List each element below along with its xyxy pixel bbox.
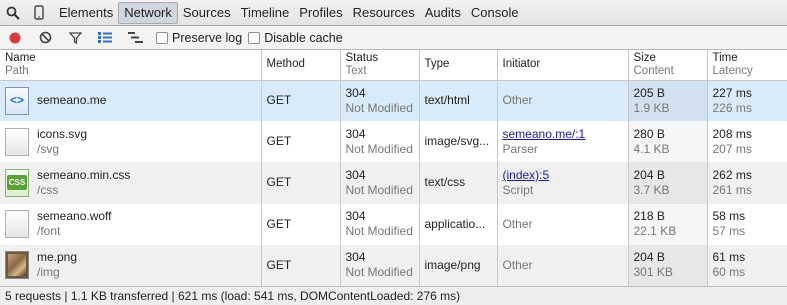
search-icon[interactable] bbox=[0, 0, 26, 26]
devtools-tab-bar: Elements Network Sources Timeline Profil… bbox=[0, 0, 787, 26]
disable-cache-checkbox[interactable]: Disable cache bbox=[248, 31, 343, 45]
table-row[interactable]: icons.svg/svg GET 304 Not Modified image/… bbox=[0, 121, 787, 163]
filter-icon[interactable] bbox=[60, 26, 90, 50]
request-initiator: Other bbox=[502, 257, 533, 272]
tab-timeline[interactable]: Timeline bbox=[236, 2, 295, 24]
request-time: 227 ms bbox=[712, 85, 752, 100]
checkbox-box[interactable] bbox=[156, 31, 168, 44]
request-name[interactable]: semeano.woff bbox=[37, 209, 112, 223]
request-content-size: 1.9 KB bbox=[633, 100, 670, 115]
request-latency: 60 ms bbox=[712, 265, 746, 280]
request-type: image/png bbox=[419, 244, 498, 286]
generic-file-icon bbox=[5, 127, 29, 156]
clear-icon[interactable] bbox=[30, 26, 60, 50]
large-rows-icon[interactable] bbox=[90, 26, 120, 50]
column-header-method[interactable]: Method bbox=[261, 50, 341, 80]
request-type: image/svg... bbox=[419, 121, 498, 163]
table-row[interactable]: me.png/img GET 304 Not Modified image/png… bbox=[0, 244, 787, 286]
column-header-type[interactable]: Type bbox=[419, 50, 498, 80]
tab-audits[interactable]: Audits bbox=[420, 2, 466, 24]
request-type: applicatio... bbox=[419, 203, 498, 245]
request-initiator: Other bbox=[502, 93, 533, 108]
overview-icon[interactable] bbox=[120, 26, 150, 50]
request-content-size: 4.1 KB bbox=[633, 141, 670, 156]
request-status-text: Not Modified bbox=[345, 141, 413, 156]
request-status: 304 bbox=[345, 209, 366, 224]
table-header-row: Name Path Method Status Text Type Initiato… bbox=[0, 50, 787, 80]
request-time: 208 ms bbox=[712, 126, 752, 141]
record-button[interactable] bbox=[0, 26, 30, 50]
request-content-size: 301 KB bbox=[633, 265, 673, 280]
network-summary-status-bar: 5 requests | 1.1 KB transferred | 621 ms… bbox=[0, 286, 787, 305]
request-time: 61 ms bbox=[712, 250, 746, 265]
html-file-icon: <> bbox=[5, 86, 29, 115]
request-content-size: 22.1 KB bbox=[633, 224, 677, 239]
image-thumbnail-icon bbox=[5, 251, 29, 280]
request-path: /svg bbox=[37, 141, 60, 156]
request-method: GET bbox=[261, 80, 341, 122]
generic-file-icon bbox=[5, 210, 29, 239]
preserve-log-label: Preserve log bbox=[172, 30, 243, 45]
table-row[interactable]: semeano.woff/font GET 304 Not Modified ap… bbox=[0, 203, 787, 245]
request-name[interactable]: me.png bbox=[37, 250, 77, 264]
request-method: GET bbox=[261, 121, 341, 163]
initiator-link[interactable]: (index):5 bbox=[503, 168, 550, 182]
request-size: 205 B bbox=[633, 85, 665, 100]
request-size: 218 B bbox=[633, 209, 665, 224]
request-status-text: Not Modified bbox=[345, 265, 413, 280]
request-method: GET bbox=[261, 203, 341, 245]
request-type: text/css bbox=[419, 162, 498, 204]
tab-resources[interactable]: Resources bbox=[348, 2, 420, 24]
initiator-link[interactable]: semeano.me/:1 bbox=[503, 127, 586, 141]
column-header-status[interactable]: Status Text bbox=[340, 50, 420, 80]
request-size: 204 B bbox=[633, 250, 665, 265]
preserve-log-checkbox[interactable]: Preserve log bbox=[156, 31, 242, 45]
request-status-text: Not Modified bbox=[345, 100, 413, 115]
request-path: /font bbox=[37, 224, 61, 239]
request-content-size: 3.7 KB bbox=[633, 182, 670, 197]
request-type: text/html bbox=[419, 80, 498, 122]
request-name[interactable]: icons.svg bbox=[37, 127, 87, 141]
request-latency: 226 ms bbox=[712, 100, 752, 115]
device-mode-icon[interactable] bbox=[26, 0, 52, 26]
request-status: 304 bbox=[345, 167, 366, 182]
request-method: GET bbox=[261, 244, 341, 286]
request-time: 58 ms bbox=[712, 209, 746, 224]
request-size: 204 B bbox=[633, 167, 665, 182]
network-toolbar: Preserve log Disable cache bbox=[0, 26, 787, 50]
request-path: /img bbox=[37, 265, 60, 280]
request-name[interactable]: semeano.min.css bbox=[37, 168, 130, 182]
request-initiator: Other bbox=[502, 216, 533, 231]
request-status-text: Not Modified bbox=[345, 182, 413, 197]
tab-profiles[interactable]: Profiles bbox=[294, 2, 347, 24]
request-status: 304 bbox=[345, 126, 366, 141]
request-latency: 207 ms bbox=[712, 141, 752, 156]
column-header-time[interactable]: Time Latency bbox=[707, 50, 787, 80]
table-row[interactable]: CSS semeano.min.css/css GET 304 Not Modifi… bbox=[0, 162, 787, 204]
tab-elements[interactable]: Elements bbox=[54, 2, 118, 24]
request-status: 304 bbox=[345, 250, 366, 265]
request-status-text: Not Modified bbox=[345, 224, 413, 239]
initiator-kind: Script bbox=[502, 182, 534, 197]
table-row[interactable]: <> semeano.me GET 304 Not Modified text/ht… bbox=[0, 80, 787, 122]
column-header-name[interactable]: Name Path bbox=[0, 50, 262, 80]
tab-sources[interactable]: Sources bbox=[178, 2, 236, 24]
request-method: GET bbox=[261, 162, 341, 204]
network-requests-table: Name Path Method Status Text Type Initiato… bbox=[0, 50, 787, 286]
css-file-icon: CSS bbox=[5, 168, 29, 197]
tab-network[interactable]: Network bbox=[118, 1, 178, 24]
disable-cache-label: Disable cache bbox=[264, 30, 343, 45]
request-name[interactable]: semeano.me bbox=[37, 93, 106, 107]
request-size: 280 B bbox=[633, 126, 665, 141]
request-path: /css bbox=[37, 182, 59, 197]
request-latency: 261 ms bbox=[712, 182, 752, 197]
column-header-initiator[interactable]: Initiator bbox=[497, 50, 629, 80]
column-header-size[interactable]: Size Content bbox=[628, 50, 708, 80]
tab-console[interactable]: Console bbox=[466, 2, 524, 24]
request-latency: 57 ms bbox=[712, 224, 746, 239]
request-status: 304 bbox=[345, 85, 366, 100]
request-time: 262 ms bbox=[712, 167, 752, 182]
checkbox-box[interactable] bbox=[248, 31, 261, 44]
initiator-kind: Parser bbox=[502, 141, 538, 156]
